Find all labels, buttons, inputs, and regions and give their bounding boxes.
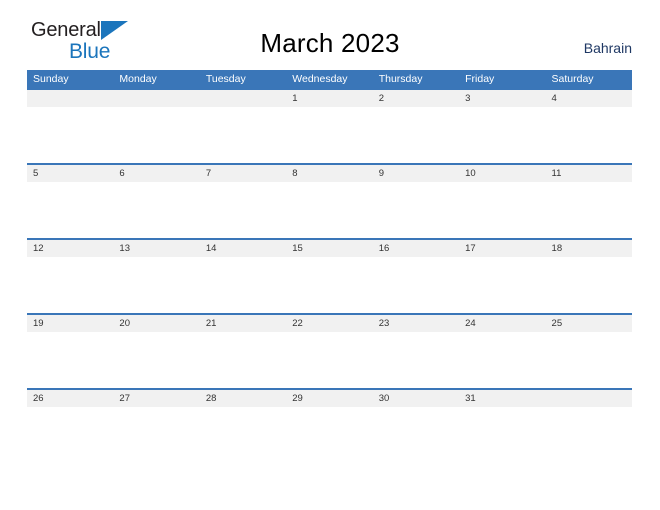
day-cell[interactable]: 13 (113, 240, 199, 257)
week-notes-area[interactable] (27, 107, 632, 163)
day-cell[interactable]: 8 (286, 165, 372, 182)
week-day-number-band: 12 13 14 15 16 17 18 (27, 240, 632, 257)
page-header: General Blue March 2023 Bahrain (0, 0, 660, 62)
day-cell[interactable]: 1 (286, 90, 372, 107)
day-cell[interactable]: 12 (27, 240, 113, 257)
day-cell[interactable]: 31 (459, 390, 545, 407)
weekday-header-wednesday: Wednesday (292, 73, 348, 85)
day-cell[interactable]: 9 (373, 165, 459, 182)
day-cell[interactable]: 23 (373, 315, 459, 332)
day-cell[interactable]: 11 (546, 165, 632, 182)
day-cell[interactable]: 4 (546, 90, 632, 107)
day-cell[interactable]: 25 (546, 315, 632, 332)
calendar-week-row: 26 27 28 29 30 31 (27, 388, 632, 463)
day-cell[interactable]: 10 (459, 165, 545, 182)
day-cell[interactable]: 19 (27, 315, 113, 332)
week-day-number-band: 1 2 3 4 (27, 90, 632, 107)
week-day-number-band: 26 27 28 29 30 31 (27, 390, 632, 407)
week-day-number-band: 19 20 21 22 23 24 25 (27, 315, 632, 332)
day-cell[interactable]: 22 (286, 315, 372, 332)
page-title: March 2023 (260, 28, 400, 58)
calendar-week-row: 19 20 21 22 23 24 25 (27, 313, 632, 388)
day-cell[interactable]: 6 (113, 165, 199, 182)
week-notes-area[interactable] (27, 407, 632, 463)
week-notes-area[interactable] (27, 257, 632, 313)
day-cell[interactable] (27, 90, 113, 107)
day-cell[interactable]: 28 (200, 390, 286, 407)
day-cell[interactable]: 5 (27, 165, 113, 182)
day-cell[interactable]: 2 (373, 90, 459, 107)
weekday-header-monday: Monday (119, 73, 157, 85)
day-cell[interactable]: 29 (286, 390, 372, 407)
day-cell[interactable]: 17 (459, 240, 545, 257)
week-day-number-band: 5 6 7 8 9 10 11 (27, 165, 632, 182)
weekday-header-friday: Friday (465, 73, 495, 85)
day-cell[interactable] (200, 90, 286, 107)
weekday-header-thursday: Thursday (378, 73, 423, 85)
calendar-week-row: 1 2 3 4 (27, 88, 632, 163)
weekday-header-saturday: Saturday (551, 73, 594, 85)
day-cell[interactable] (113, 90, 199, 107)
day-cell[interactable]: 7 (200, 165, 286, 182)
day-cell[interactable]: 30 (373, 390, 459, 407)
day-cell[interactable]: 18 (546, 240, 632, 257)
day-cell[interactable]: 26 (27, 390, 113, 407)
weekday-header-tuesday: Tuesday (205, 73, 246, 85)
day-cell[interactable]: 15 (286, 240, 372, 257)
calendar-week-row: 12 13 14 15 16 17 18 (27, 238, 632, 313)
day-cell[interactable]: 20 (113, 315, 199, 332)
day-cell[interactable]: 16 (373, 240, 459, 257)
day-cell[interactable]: 27 (113, 390, 199, 407)
day-cell[interactable] (546, 390, 632, 407)
calendar-week-row: 5 6 7 8 9 10 11 (27, 163, 632, 238)
country-label: Bahrain (583, 40, 632, 56)
calendar-weekday-header: Sunday Monday Tuesday Wednesday Thursday… (27, 70, 632, 88)
day-cell[interactable]: 3 (459, 90, 545, 107)
weekday-header-sunday: Sunday (33, 73, 69, 85)
week-notes-area[interactable] (27, 182, 632, 238)
day-cell[interactable]: 24 (459, 315, 545, 332)
calendar-table: Sunday Monday Tuesday Wednesday Thursday… (27, 70, 632, 463)
week-notes-area[interactable] (27, 332, 632, 388)
day-cell[interactable]: 14 (200, 240, 286, 257)
day-cell[interactable]: 21 (200, 315, 286, 332)
